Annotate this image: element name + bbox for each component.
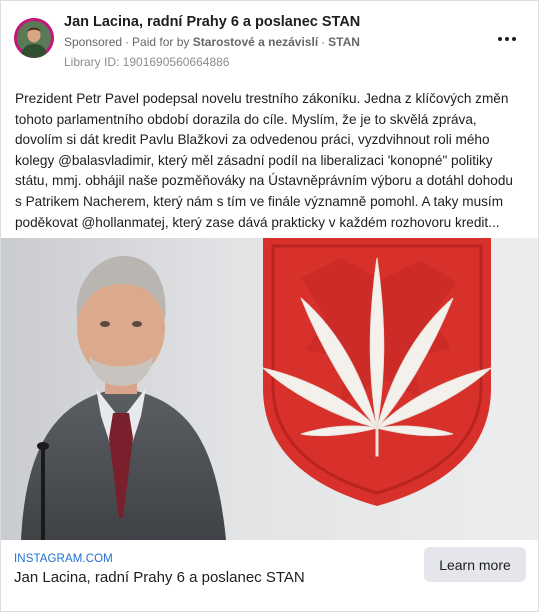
post-body: Prezident Petr Pavel podepsal novelu tre…: [15, 89, 527, 233]
paid-for-by[interactable]: Starostové a nezávislí: [193, 35, 318, 49]
party-name[interactable]: STAN: [328, 35, 360, 49]
learn-more-button[interactable]: Learn more: [424, 547, 526, 582]
author-avatar[interactable]: [14, 18, 54, 58]
body-line: dovolím si dát kredit Pavlu Blažkovi za …: [15, 132, 490, 148]
body-line: Prezident Petr Pavel podepsal novelu tre…: [15, 91, 509, 106]
sponsored-label: Sponsored: [64, 35, 123, 49]
link-title[interactable]: Jan Lacina, radní Prahy 6 a poslanec STA…: [14, 569, 305, 586]
body-line: poděkovat @hollanmatej, který zase dává …: [15, 214, 500, 230]
body-line: kolegy @balasvladimir, který měl zásadní…: [15, 152, 493, 168]
body-line: tohoto parlamentního období dorazila do …: [15, 111, 477, 127]
ad-image[interactable]: [1, 238, 538, 540]
ad-card: Jan Lacina, radní Prahy 6 a poslanec STA…: [0, 0, 539, 612]
more-options-button[interactable]: [493, 29, 521, 49]
link-footer[interactable]: INSTAGRAM.COM Jan Lacina, radní Prahy 6 …: [1, 540, 538, 611]
library-id: Library ID: 1901690560664886: [64, 55, 230, 69]
body-line: s Patrikem Nacherem, který nám s tím ve …: [15, 193, 504, 209]
more-horizontal-icon: [497, 37, 518, 41]
sponsored-meta: Sponsored · Paid for by Starostové a nezáv…: [64, 35, 360, 49]
link-domain[interactable]: INSTAGRAM.COM: [14, 553, 113, 565]
author-name[interactable]: Jan Lacina, radní Prahy 6 a poslanec STA…: [64, 14, 360, 30]
post-header: Jan Lacina, radní Prahy 6 a poslanec STA…: [1, 1, 538, 81]
paid-for-prefix: Paid for by: [132, 35, 190, 49]
body-line: státu, mmj. obhájil naše pozměňováky na …: [15, 173, 513, 189]
